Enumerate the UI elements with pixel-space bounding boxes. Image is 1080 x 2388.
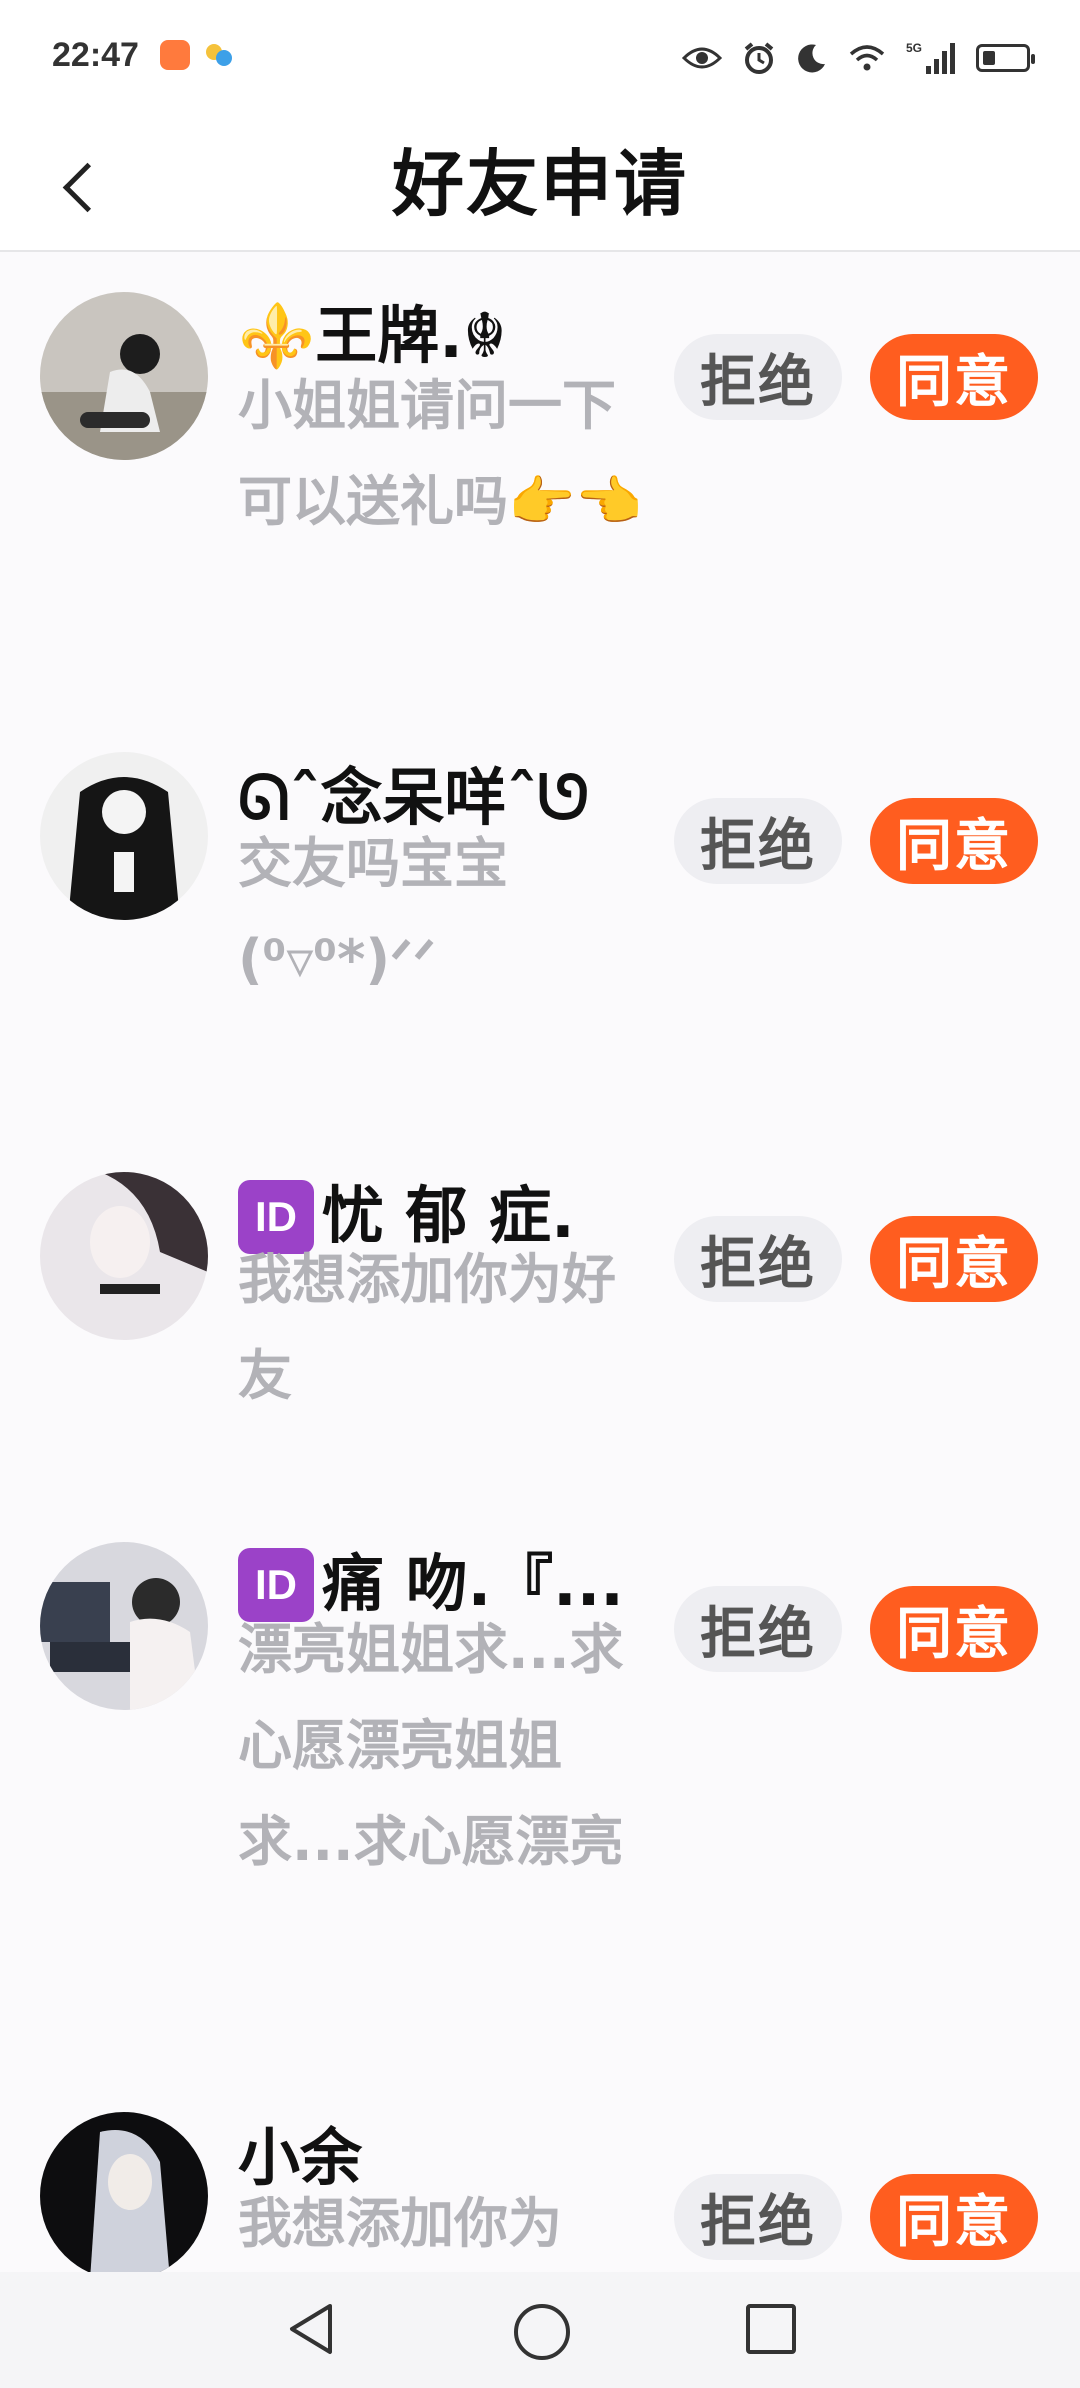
app-notification-icon <box>160 40 190 70</box>
wifi-icon <box>849 45 885 71</box>
status-time: 22:47 <box>52 36 139 74</box>
status-bar: 22:47 5G <box>0 0 1080 118</box>
friend-request-item: ⚜️王牌.☬ 小姐姐请问一下可以送礼吗👉👈 拒绝 同意 <box>0 252 1080 712</box>
avatar[interactable] <box>40 1172 208 1340</box>
request-message: 小姐姐请问一下可以送礼吗👉👈 <box>238 374 643 533</box>
avatar[interactable] <box>40 1542 208 1710</box>
accept-button[interactable]: 同意 <box>870 798 1038 884</box>
recent-square-icon[interactable] <box>746 2304 796 2354</box>
request-message: 我想添加你为 <box>238 2192 562 2255</box>
reject-button[interactable]: 拒绝 <box>674 1586 842 1672</box>
back-button[interactable] <box>40 142 120 232</box>
system-nav-bar <box>0 2272 1080 2388</box>
request-message: 我想添加你为好友 <box>238 1248 616 1407</box>
accept-button[interactable]: 同意 <box>870 1216 1038 1302</box>
accept-button[interactable]: 同意 <box>870 1586 1038 1672</box>
reject-button[interactable]: 拒绝 <box>674 1216 842 1302</box>
avatar[interactable] <box>40 2112 208 2272</box>
back-triangle-icon[interactable] <box>286 2302 336 2356</box>
avatar[interactable] <box>40 292 208 460</box>
request-message: 交友吗宝宝(⁰▿⁰*)ᐟᐟ <box>238 832 508 991</box>
eye-icon <box>682 47 722 69</box>
reject-button[interactable]: 拒绝 <box>674 334 842 420</box>
friend-request-item: ID 痛 吻.『... 漂亮姐姐求...求心愿漂亮姐姐求...求心愿漂亮 拒绝 同… <box>0 1502 1080 2072</box>
page-title: 好友申请 <box>391 142 688 226</box>
request-message: 漂亮姐姐求...求心愿漂亮姐姐求...求心愿漂亮 <box>238 1618 624 1873</box>
header: 好友申请 <box>0 118 1080 252</box>
friend-request-item: ᘏˆ念呆咩ˆᘎ 交友吗宝宝(⁰▿⁰*)ᐟᐟ 拒绝 同意 <box>0 712 1080 1132</box>
avatar[interactable] <box>40 752 208 920</box>
accept-button[interactable]: 同意 <box>870 334 1038 420</box>
alarm-icon <box>744 42 774 74</box>
home-circle-icon[interactable] <box>514 2304 570 2360</box>
chevron-left-icon <box>62 162 112 212</box>
battery-icon <box>976 44 1035 72</box>
friend-request-item: 小余 我想添加你为 拒绝 同意 <box>0 2072 1080 2272</box>
network-label: 5G <box>906 41 922 55</box>
friend-request-list[interactable]: ⚜️王牌.☬ 小姐姐请问一下可以送礼吗👉👈 拒绝 同意 ᘏˆ念呆咩ˆᘎ 交友吗宝… <box>0 252 1080 2272</box>
reject-button[interactable]: 拒绝 <box>674 798 842 884</box>
accept-button[interactable]: 同意 <box>870 2174 1038 2260</box>
friend-request-item: ID 忧 郁 症. 我想添加你为好友 拒绝 同意 <box>0 1132 1080 1502</box>
moon-icon <box>798 44 825 73</box>
status-icons: 5G <box>682 38 1035 78</box>
reject-button[interactable]: 拒绝 <box>674 2174 842 2260</box>
pinwheel-notification-icon <box>206 44 232 66</box>
5g-signal-icon: 5G <box>906 41 955 74</box>
